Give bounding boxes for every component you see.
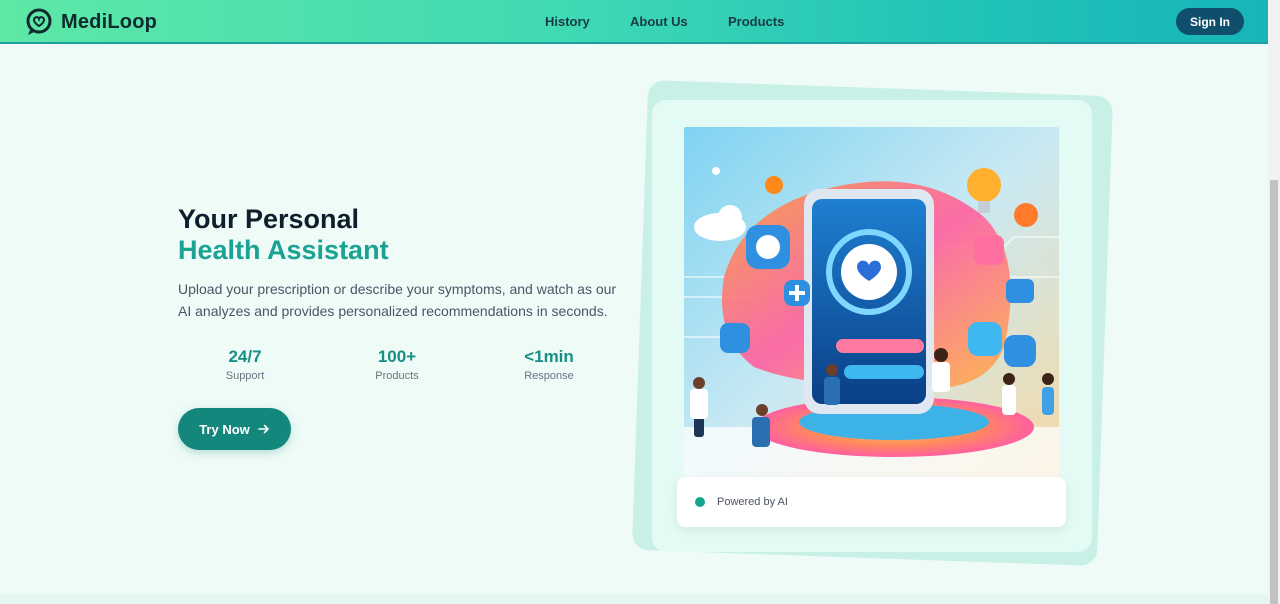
sign-in-button[interactable]: Sign In: [1176, 8, 1244, 35]
top-navbar: MediLoop History About Us Products Sign …: [0, 0, 1268, 44]
stat-value: 24/7: [228, 347, 262, 366]
stat-response: <1min Response: [489, 347, 609, 382]
stat-value: <1min: [524, 347, 574, 366]
status-dot: [695, 497, 705, 507]
section-divider: [0, 594, 1268, 604]
nav-products[interactable]: Products: [728, 14, 784, 29]
stat-value: 100+: [377, 347, 417, 366]
hero-title-line2: Health Assistant: [178, 235, 389, 265]
hero-description: Upload your prescription or describe you…: [178, 281, 617, 319]
page-scrollbar[interactable]: [1268, 0, 1280, 604]
stat-products: 100+ Products: [337, 347, 457, 382]
brand-name: MediLoop: [61, 10, 158, 33]
brand[interactable]: MediLoop: [25, 8, 157, 36]
stat-label: Products: [375, 370, 419, 382]
stat-support: 24/7 Support: [185, 347, 305, 382]
nav-about-us[interactable]: About Us: [630, 14, 688, 29]
nav-history[interactable]: History: [545, 14, 590, 29]
arrow-right-icon: [257, 424, 269, 434]
hero-title-line1: Your Personal: [178, 204, 360, 234]
stat-label: Support: [225, 370, 265, 382]
try-now-label: Try Now: [199, 421, 250, 437]
mediloop-logo-icon: [26, 8, 52, 35]
powered-by-ai-badge: Powered by AI: [677, 477, 1066, 527]
powered-by-ai-text: Powered by AI: [717, 496, 788, 508]
health-app-illustration: [684, 127, 1059, 477]
try-now-button[interactable]: Try Now: [178, 408, 291, 450]
scrollbar-thumb[interactable]: [1270, 180, 1278, 604]
stat-label: Response: [524, 370, 574, 382]
